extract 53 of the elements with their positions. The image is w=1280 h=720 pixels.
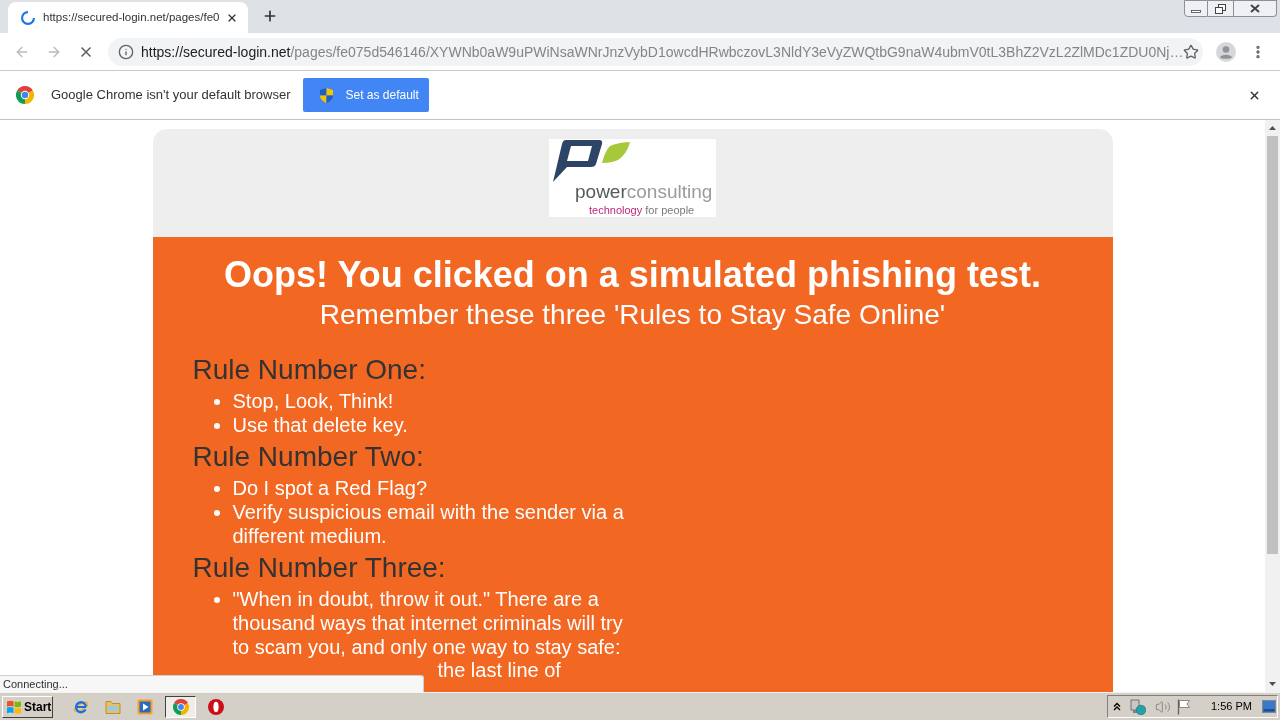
avatar-icon[interactable] [1216, 41, 1236, 62]
start-button[interactable]: Start [2, 695, 53, 718]
bullet-icon [213, 486, 220, 492]
page-title: Oops! You clicked on a simulated phishing test. [223, 255, 1042, 295]
letter-e-logo-icon [73, 698, 89, 715]
minimize-icon [1191, 10, 1201, 13]
restore-icon [1215, 3, 1226, 14]
page-subtitle: Remember these three 'Rules to Stay Safe Online' [318, 299, 947, 331]
close-icon [1250, 4, 1260, 13]
bullet-icon [213, 597, 220, 603]
chevrons-up-icon[interactable] [1113, 702, 1121, 711]
desktop-icon[interactable] [1261, 700, 1276, 713]
clock-text: 1:56 PM [1211, 699, 1252, 715]
wheel-logo-icon [172, 698, 189, 715]
rule-point-text: Use that delete key. [232, 413, 408, 437]
bullet-icon [213, 423, 220, 429]
scroll-down-icon[interactable] [1269, 682, 1276, 686]
bullet-icon [213, 510, 220, 516]
browser-tab[interactable]: https://secured-login.net/pages/fe0 [8, 2, 248, 33]
windows-flag-icon [6, 699, 22, 714]
rule-point-text: Verify suspicious email with the sender via a different medium. [232, 500, 625, 548]
set-default-button[interactable]: Set as default [303, 78, 430, 112]
bullet-icon [213, 399, 220, 405]
ring-logo-icon [208, 698, 224, 715]
restore-button[interactable] [1208, 0, 1234, 17]
scroll-up-icon[interactable] [1269, 126, 1276, 130]
scrollbar-thumb[interactable] [1267, 136, 1278, 554]
new-tab-icon[interactable] [262, 8, 278, 24]
rule-point-text: "When in doubt, throw it out." There are a thousand ways that internet criminals will try to scam you, and only one way to stay safe: [232, 587, 624, 659]
star-icon[interactable] [1183, 43, 1200, 60]
folder-icon [105, 698, 121, 715]
taskbar-button[interactable] [165, 695, 196, 718]
scrollbar[interactable] [1265, 120, 1280, 692]
wheel-logo-icon [16, 86, 34, 104]
play-icon [137, 698, 153, 715]
minimize-button[interactable] [1184, 0, 1208, 17]
rule-heading: Rule Number Two: [192, 441, 424, 473]
network-icon[interactable] [1130, 698, 1146, 715]
flag-icon[interactable] [1177, 698, 1191, 715]
rule-point-text: Do I spot a Red Flag? [232, 476, 428, 500]
close-button[interactable] [1234, 0, 1277, 17]
info-icon[interactable] [118, 43, 134, 60]
logo-mark-icon [552, 140, 632, 182]
logo-name: powerconsulting [575, 182, 714, 202]
address-bar[interactable]: https://secured-login.net/pages/fe075d546146/XYWNb0aW9uPWiNsaWNrJnzVybD1owcdHRwbczovL3NldY3eVyZWQtbG9naW4ubmV0tL3BhZ2VzL2ZlMDc1ZDU0Nj… [108, 37, 1203, 66]
shield-icon [320, 87, 334, 103]
infobar-message: Google Chrome isn't your default browser [51, 86, 291, 105]
status-bubble: Connecting... [0, 675, 424, 692]
cut-off-text: the last line of [437, 659, 561, 682]
logo-tagline: technology for people [589, 204, 696, 217]
rule-heading: Rule Number One: [192, 354, 426, 386]
rule-point-text: Stop, Look, Think! [232, 389, 394, 413]
rule-heading: Rule Number Three: [192, 552, 446, 584]
